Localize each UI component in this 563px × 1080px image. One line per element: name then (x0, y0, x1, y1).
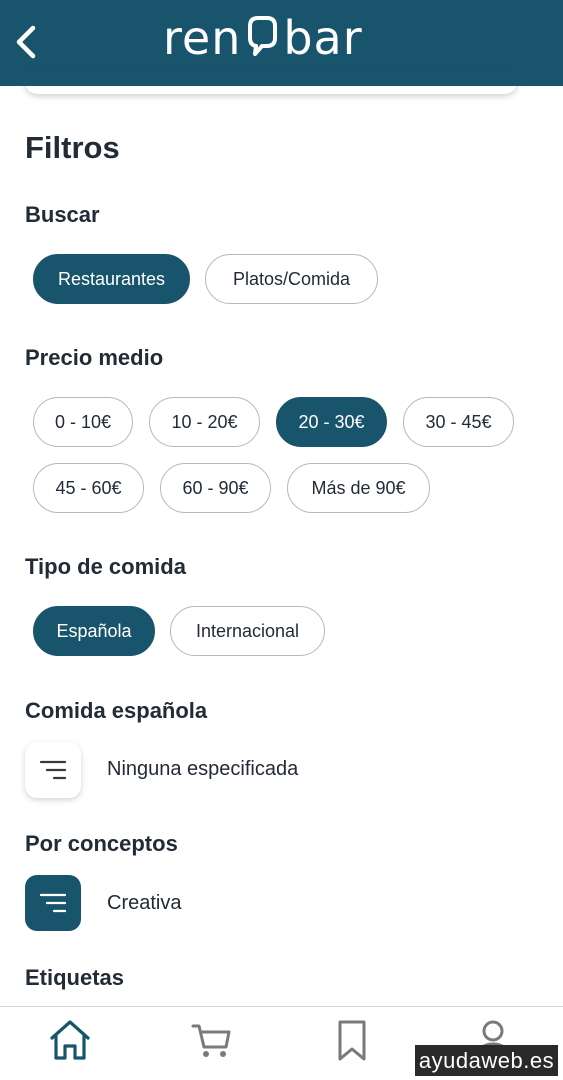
chip-price-0-10[interactable]: 0 - 10€ (33, 397, 133, 447)
comida-espanola-section-title: Comida española (25, 698, 208, 723)
chip-price-30-45[interactable]: 30 - 45€ (403, 397, 514, 447)
renobar-logo: ren bar (163, 8, 363, 68)
filter-lines-icon (39, 760, 67, 780)
back-button[interactable] (12, 22, 42, 62)
tipo-section-title: Tipo de comida (25, 554, 186, 579)
chip-restaurantes[interactable]: Restaurantes (33, 254, 190, 304)
chip-internacional[interactable]: Internacional (170, 606, 325, 656)
cart-icon (191, 1024, 231, 1057)
chip-platos-comida[interactable]: Platos/Comida (205, 254, 378, 304)
nav-saved[interactable] (327, 1015, 377, 1065)
buscar-section-title: Buscar (25, 202, 100, 227)
chevron-left-icon (16, 25, 36, 59)
watermark: ayudaweb.es (415, 1045, 558, 1076)
conceptos-section-title: Por conceptos (25, 831, 178, 856)
etiquetas-section-title: Etiquetas (25, 965, 125, 990)
logo-text-right: bar (283, 11, 363, 65)
nav-cart[interactable] (186, 1015, 236, 1065)
header-bottom (0, 72, 563, 86)
chip-price-45-60[interactable]: 45 - 60€ (33, 463, 144, 513)
conceptos-filter-button[interactable] (25, 875, 81, 931)
chip-price-mas-90[interactable]: Más de 90€ (287, 463, 430, 513)
page-title: Filtros (25, 130, 120, 165)
filter-lines-icon (39, 893, 67, 913)
home-icon (50, 1020, 90, 1060)
chip-espanola[interactable]: Española (33, 606, 155, 656)
precio-section-title: Precio medio (25, 345, 164, 370)
comida-espanola-value: Ninguna especificada (107, 758, 299, 780)
chip-price-10-20[interactable]: 10 - 20€ (149, 397, 260, 447)
chip-price-60-90[interactable]: 60 - 90€ (160, 463, 271, 513)
chip-price-20-30[interactable]: 20 - 30€ (276, 397, 387, 447)
nav-home[interactable] (45, 1015, 95, 1065)
comida-espanola-filter-button[interactable] (25, 742, 81, 798)
conceptos-value: Creativa (107, 892, 182, 914)
logo-text-left: ren (163, 11, 242, 65)
bookmark-icon (338, 1020, 366, 1061)
chat-bubble-icon (248, 16, 278, 56)
